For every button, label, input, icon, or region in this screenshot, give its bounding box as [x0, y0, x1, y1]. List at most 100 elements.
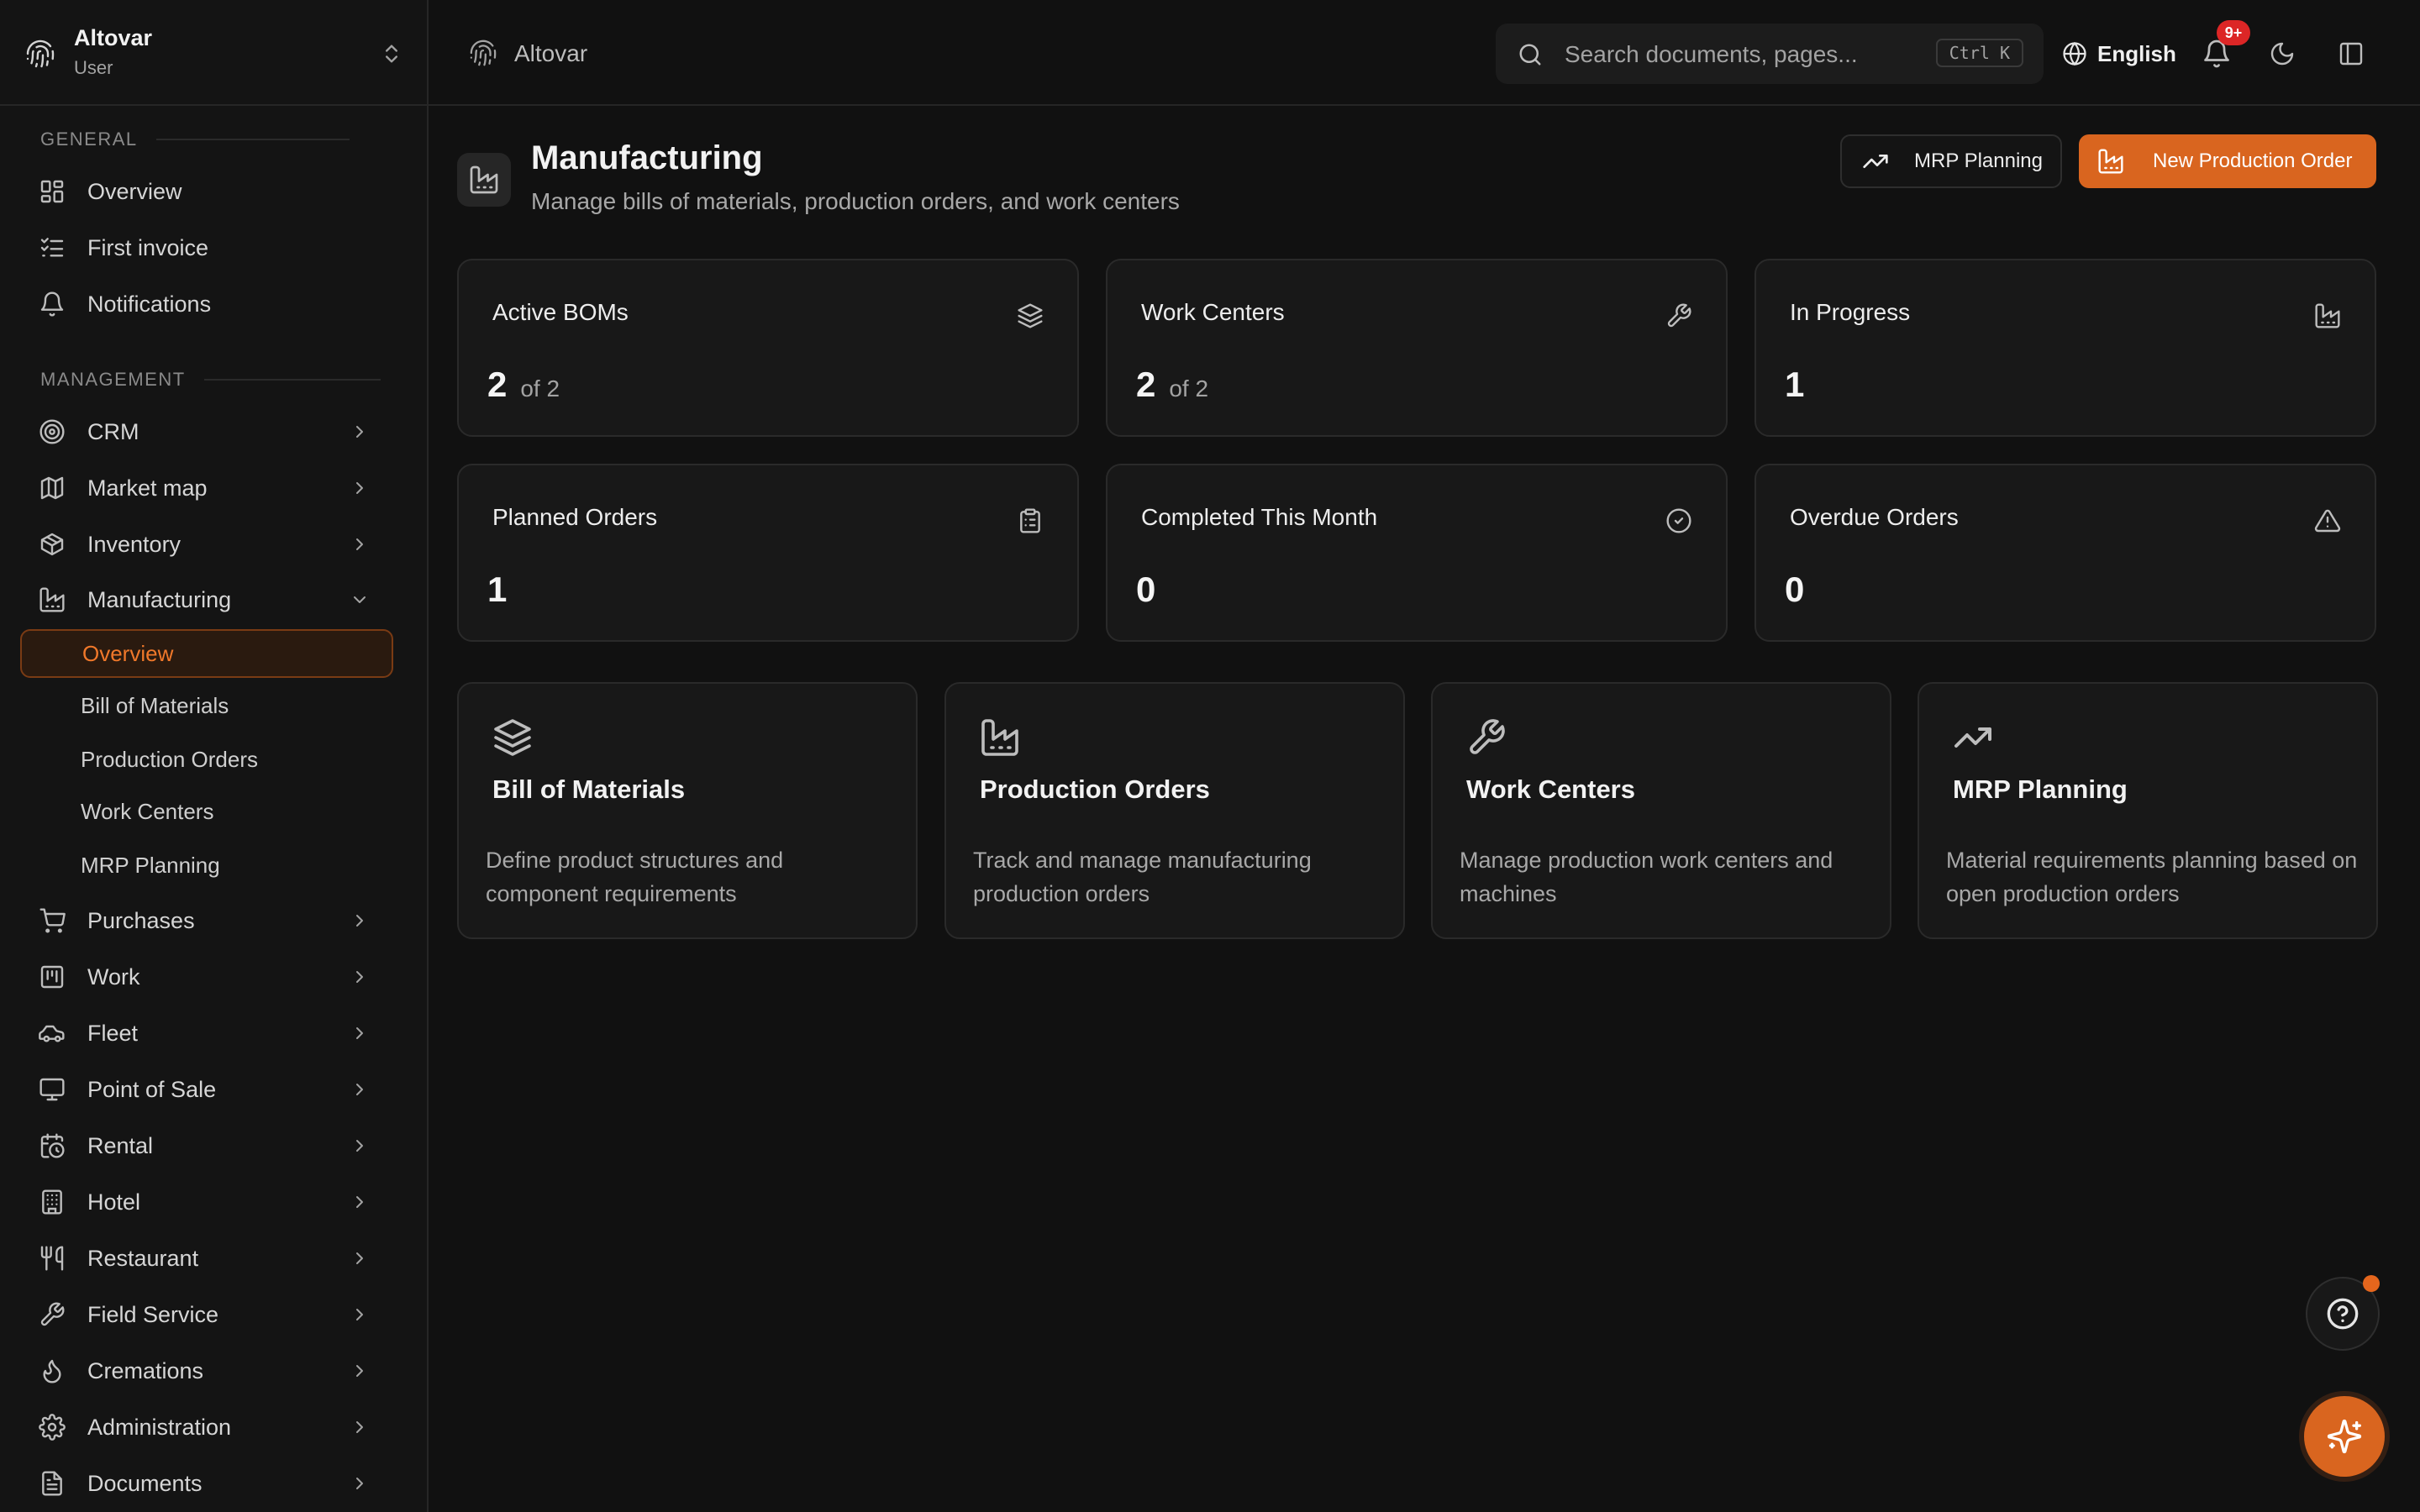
stat-card-active-boms: Active BOMs 2 of 2: [457, 259, 1079, 437]
module-title: MRP Planning: [1953, 774, 2128, 804]
workspace-switcher[interactable]: Altovar User: [0, 0, 427, 106]
sidebar-item-crm[interactable]: CRM: [20, 407, 393, 457]
sidebar-item-administration[interactable]: Administration: [20, 1402, 393, 1452]
sidebar-item-label: Purchases: [87, 907, 195, 933]
help-indicator-dot: [2363, 1275, 2380, 1292]
monitor-icon: [39, 1076, 66, 1103]
check-circle-icon: [1665, 507, 1692, 534]
factory-icon: [39, 586, 66, 613]
sidebar-item-notifications[interactable]: Notifications: [20, 279, 393, 329]
sidebar-subitem-mrp-planning[interactable]: MRP Planning: [20, 841, 393, 890]
fingerprint-logo-icon: [25, 39, 55, 69]
chevron-right-icon: [350, 1305, 370, 1325]
sidebar-item-manufacturing[interactable]: Manufacturing: [20, 575, 393, 625]
sidebar-item-label: Work: [87, 963, 140, 990]
module-title: Work Centers: [1466, 774, 1635, 804]
page-title: Manufacturing: [531, 139, 763, 176]
module-title: Bill of Materials: [492, 774, 686, 804]
chevron-right-icon: [350, 1248, 370, 1268]
sidebar-item-work[interactable]: Work: [20, 952, 393, 1002]
sidebar-item-label: Overview: [87, 178, 182, 204]
sidebar-item-first-invoice[interactable]: First invoice: [20, 223, 393, 273]
sidebar-item-overview[interactable]: Overview: [20, 166, 393, 217]
stat-card-in-progress: In Progress 1: [1754, 259, 2376, 437]
stat-label: In Progress: [1790, 299, 1911, 325]
language-selector[interactable]: English: [2062, 30, 2176, 77]
sidebar-subitem-bill-of-materials[interactable]: Bill of Materials: [20, 681, 393, 730]
button-label: New Production Order: [2153, 150, 2353, 172]
new-production-order-button[interactable]: New Production Order: [2079, 134, 2376, 188]
stat-total: of 2: [1169, 375, 1209, 402]
trending-up-icon: [1862, 148, 1889, 175]
sidebar-item-market-map[interactable]: Market map: [20, 463, 393, 513]
stat-card-planned-orders: Planned Orders 1: [457, 464, 1079, 642]
section-label-management: MANAGEMENT: [40, 369, 381, 391]
sidebar-item-label: Market map: [87, 475, 208, 501]
sidebar-item-restaurant[interactable]: Restaurant: [20, 1233, 393, 1284]
map-icon: [39, 475, 66, 501]
sidebar-subitem-overview[interactable]: Overview: [20, 629, 393, 678]
search-input[interactable]: Search documents, pages... Ctrl K: [1496, 24, 2044, 84]
module-card-production-orders[interactable]: Production Orders Track and manage manuf…: [944, 682, 1405, 939]
sidebar-item-hotel[interactable]: Hotel: [20, 1177, 393, 1227]
sidebar-item-cremations[interactable]: Cremations: [20, 1346, 393, 1396]
moon-icon[interactable]: [2269, 40, 2296, 67]
chevrons-up-down-icon[interactable]: [380, 40, 403, 67]
module-card-work-centers[interactable]: Work Centers Manage production work cent…: [1431, 682, 1891, 939]
module-description: Material requirements planning based on …: [1946, 848, 2358, 906]
topbar: Altovar Search documents, pages... Ctrl …: [429, 0, 2420, 106]
workspace-name: Altovar: [74, 25, 153, 50]
module-description: Manage production work centers and machi…: [1460, 848, 1833, 906]
clipboard-icon: [1017, 507, 1044, 534]
search-placeholder: Search documents, pages...: [1565, 41, 1858, 67]
car-icon: [39, 1020, 66, 1047]
chevron-right-icon: [350, 1417, 370, 1437]
module-description: Track and manage manufacturing productio…: [973, 848, 1312, 906]
sidebar-item-documents[interactable]: Documents: [20, 1458, 393, 1509]
notification-badge: 9+: [2217, 20, 2250, 45]
stat-label: Planned Orders: [492, 504, 658, 530]
sidebar-item-field-service[interactable]: Field Service: [20, 1289, 393, 1340]
sidebar-item-label: Point of Sale: [87, 1076, 217, 1102]
chevron-right-icon: [350, 1361, 370, 1381]
sidebar-subitem-work-centers[interactable]: Work Centers: [20, 787, 393, 836]
sidebar-item-purchases[interactable]: Purchases: [20, 895, 393, 946]
sidebar: Altovar User GENERAL Overview First invo…: [0, 0, 429, 1512]
sidebar-item-label: Manufacturing: [87, 586, 232, 612]
sidebar-item-label: Cremations: [87, 1357, 204, 1383]
panel-toggle-icon[interactable]: [2338, 40, 2365, 67]
language-label: English: [2097, 40, 2176, 66]
sidebar-item-label: CRM: [87, 418, 139, 444]
chevron-right-icon: [350, 1079, 370, 1100]
sidebar-item-fleet[interactable]: Fleet: [20, 1008, 393, 1058]
sidebar-item-inventory[interactable]: Inventory: [20, 519, 393, 570]
sidebar-subitem-production-orders[interactable]: Production Orders: [20, 735, 393, 784]
breadcrumb-brand[interactable]: Altovar: [514, 40, 587, 67]
stat-card-completed-this-month: Completed This Month 0: [1106, 464, 1728, 642]
search-shortcut: Ctrl K: [1935, 39, 2023, 67]
chevron-right-icon: [350, 534, 370, 554]
mrp-planning-button[interactable]: MRP Planning: [1840, 134, 2062, 188]
wrench-icon: [1665, 302, 1692, 329]
stat-value: 1: [1785, 365, 1805, 404]
sidebar-item-rental[interactable]: Rental: [20, 1121, 393, 1171]
wrench-icon: [1466, 717, 1507, 758]
sidebar-item-label: Restaurant: [87, 1245, 199, 1271]
stat-label: Work Centers: [1141, 299, 1285, 325]
module-title: Production Orders: [980, 774, 1210, 804]
module-card-mrp-planning[interactable]: MRP Planning Material requirements plann…: [1918, 682, 2378, 939]
stat-value: 2 of 2: [487, 365, 560, 404]
chevron-right-icon: [350, 967, 370, 987]
flame-icon: [39, 1357, 66, 1384]
gear-icon: [39, 1414, 66, 1441]
module-card-bill-of-materials[interactable]: Bill of Materials Define product structu…: [457, 682, 918, 939]
ai-assistant-button[interactable]: [2304, 1396, 2385, 1477]
sidebar-item-label: Inventory: [87, 531, 182, 557]
stat-label: Active BOMs: [492, 299, 629, 325]
stat-value: 2 of 2: [1136, 365, 1209, 404]
calendar-clock-icon: [39, 1132, 66, 1159]
factory-icon: [469, 165, 499, 195]
help-circle-icon: [2326, 1297, 2360, 1331]
chevron-right-icon: [350, 911, 370, 931]
sidebar-item-point-of-sale[interactable]: Point of Sale: [20, 1064, 393, 1115]
